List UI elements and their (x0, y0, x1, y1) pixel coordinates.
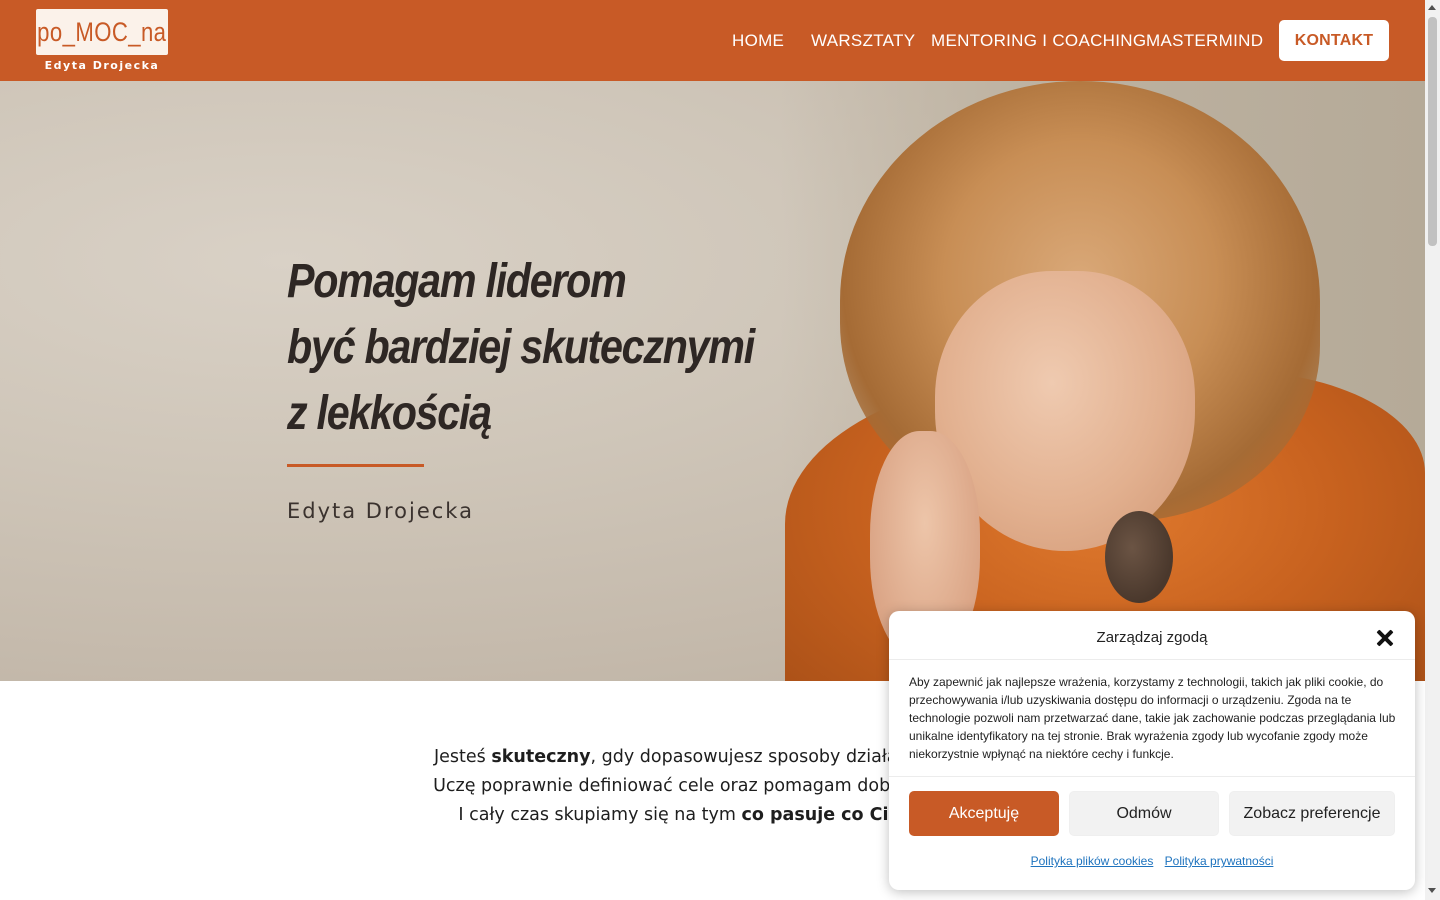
hero-title-line-1: Pomagam liderom (287, 255, 627, 308)
nav-item-warsztaty[interactable]: WARSZTATY (811, 31, 915, 51)
nav-item-home[interactable]: HOME (732, 31, 784, 51)
hero-section: Pomagam liderom być bardziej skutecznymi… (0, 81, 1425, 681)
deny-button[interactable]: Odmów (1069, 791, 1219, 836)
cookie-dialog-title: Zarządzaj zgodą (1096, 629, 1208, 646)
intro-text: Jesteś (433, 747, 492, 767)
page-scrollbar[interactable] (1425, 0, 1440, 900)
divider (889, 776, 1415, 777)
cookie-policy-link[interactable]: Polityka plików cookies (1031, 854, 1154, 868)
hero-title-line-2: być bardziej skutecznymi (287, 321, 755, 374)
page: po_MOC_na Edyta Drojecka HOME WARSZTATY … (0, 0, 1440, 900)
hero-title-line-3: z lekkością (287, 387, 492, 440)
hero-title: Pomagam liderom być bardziej skutecznymi… (287, 249, 755, 447)
intro-text: I cały czas skupiamy się na tym (458, 805, 742, 825)
main-nav: HOME WARSZTATY MENTORING I COACHING MAST… (0, 0, 1425, 81)
scroll-down-arrow-icon[interactable] (1428, 888, 1436, 893)
divider (889, 659, 1415, 660)
hero-photo-coat-button (1105, 511, 1173, 603)
contact-button[interactable]: KONTAKT (1279, 20, 1389, 61)
scroll-up-arrow-icon[interactable] (1428, 5, 1436, 10)
scrollbar-thumb[interactable] (1428, 17, 1437, 246)
view-preferences-button[interactable]: Zobacz preferencje (1229, 791, 1395, 836)
privacy-policy-link[interactable]: Polityka prywatności (1165, 854, 1274, 868)
site-header: po_MOC_na Edyta Drojecka HOME WARSZTATY … (0, 0, 1425, 81)
intro-bold: skuteczny (491, 747, 591, 767)
accept-button[interactable]: Akceptuję (909, 791, 1059, 836)
nav-item-mastermind[interactable]: MASTERMIND (1146, 31, 1263, 51)
cookie-consent-dialog: Zarządzaj zgodą Aby zapewnić jak najleps… (889, 611, 1415, 890)
nav-item-mentoring[interactable]: MENTORING I COACHING (931, 31, 1146, 51)
cookie-dialog-message: Aby zapewnić jak najlepsze wrażenia, kor… (909, 675, 1396, 761)
cookie-dialog-links: Polityka plików cookies Polityka prywatn… (889, 854, 1415, 868)
close-icon[interactable] (1373, 627, 1395, 649)
hero-author-name: Edyta Drojecka (287, 499, 474, 523)
hero-divider (287, 464, 424, 467)
